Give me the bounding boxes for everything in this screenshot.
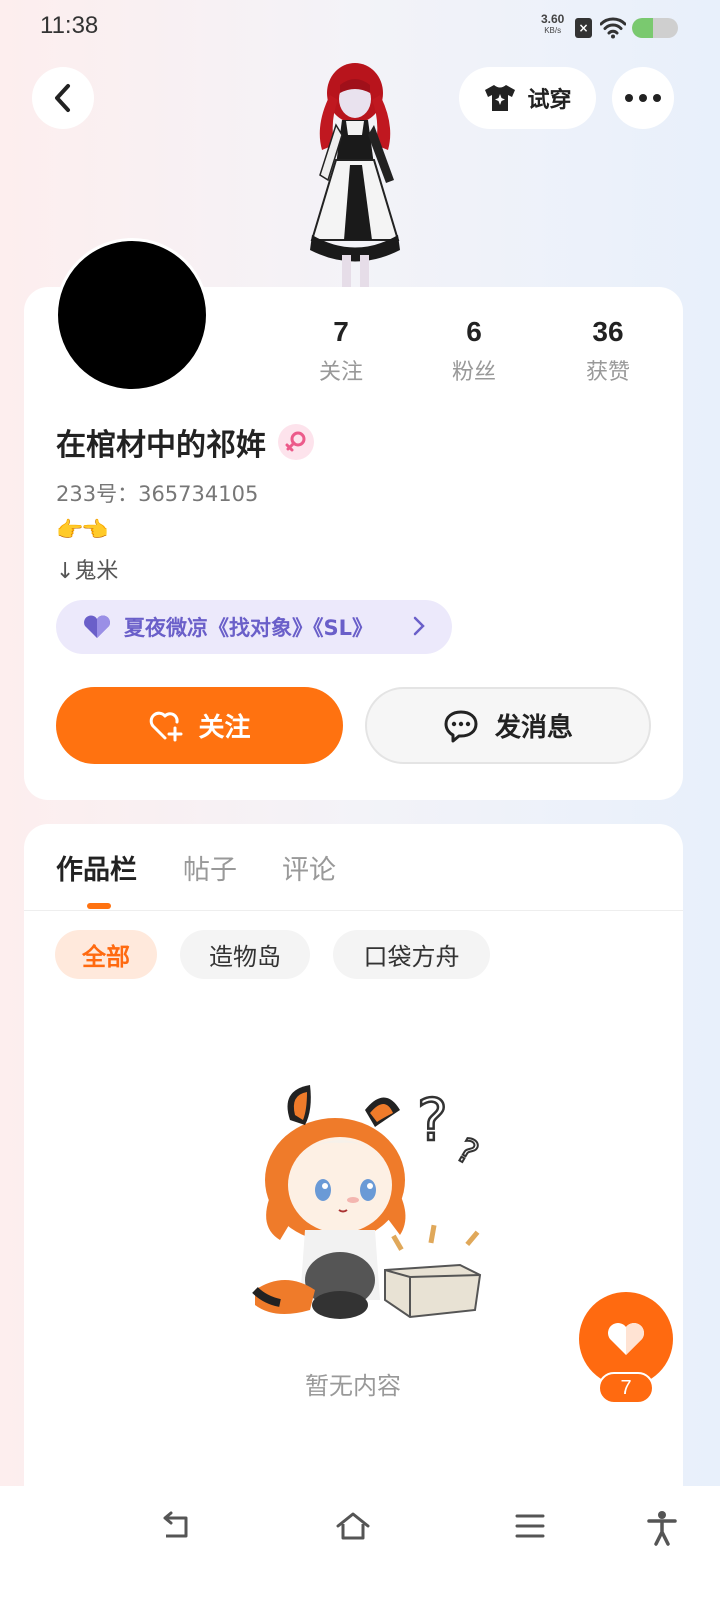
female-icon <box>285 431 306 452</box>
tab-works[interactable]: 作品栏 <box>56 848 137 887</box>
tab-indicator <box>87 903 111 909</box>
sim-off-icon: × <box>575 18 592 38</box>
bio-text: ↓鬼米 <box>56 559 119 584</box>
chevron-right-icon <box>413 616 425 636</box>
home-nav-icon[interactable] <box>334 1510 372 1542</box>
like-count-badge: 7 <box>598 1372 654 1404</box>
group-tag-label: 夏夜微凉《找对象》《SL》 <box>124 616 374 640</box>
likes-count: 36 <box>592 316 624 347</box>
back-nav-icon[interactable] <box>158 1510 194 1542</box>
try-on-button[interactable]: 试穿 <box>459 67 596 129</box>
following-label: 关注 <box>318 360 363 385</box>
gender-badge <box>278 424 314 460</box>
accessibility-icon[interactable] <box>646 1510 678 1546</box>
bio-emoji: 👉👈 <box>56 518 109 543</box>
svg-text:?: ? <box>417 1086 448 1154</box>
network-speed-unit: KB/s <box>544 26 562 35</box>
svg-text:?: ? <box>449 1130 485 1174</box>
message-button[interactable]: 发消息 <box>365 687 651 764</box>
battery-icon <box>632 18 678 38</box>
heart-group-icon <box>84 615 110 638</box>
system-nav-bar <box>0 1486 720 1600</box>
message-label: 发消息 <box>494 713 573 743</box>
stat-following[interactable]: 7 关注 <box>281 316 401 386</box>
group-tag[interactable]: 夏夜微凉《找对象》《SL》 <box>56 600 452 654</box>
tab-posts[interactable]: 帖子 <box>183 848 237 887</box>
status-bar: 11:38 3.60 KB/s × <box>0 0 720 56</box>
following-count: 7 <box>333 316 349 347</box>
network-speed: 3.60 KB/s <box>541 12 565 36</box>
tab-comments[interactable]: 评论 <box>282 848 336 887</box>
empty-state-illustration: ? ? <box>252 1085 486 1319</box>
fans-count: 6 <box>466 316 482 347</box>
heart-plus-icon <box>150 711 183 741</box>
menu-nav-icon[interactable] <box>514 1510 546 1542</box>
stat-fans[interactable]: 6 粉丝 <box>414 316 534 386</box>
username: 在棺材中的祁姩 <box>56 428 266 463</box>
wifi-icon <box>600 17 626 39</box>
more-dots-icon <box>625 94 661 102</box>
fans-label: 粉丝 <box>451 360 496 385</box>
status-time: 11:38 <box>40 12 99 39</box>
filter-chip-creation-island[interactable]: 造物岛 <box>180 930 310 979</box>
more-button[interactable] <box>612 67 674 129</box>
tab-divider <box>24 910 683 911</box>
chevron-left-icon <box>55 84 70 112</box>
network-speed-value: 3.60 <box>541 12 565 26</box>
battery-level-fill <box>632 18 653 38</box>
try-on-label: 试穿 <box>527 88 572 113</box>
avatar[interactable] <box>55 238 209 392</box>
character-avatar-figure[interactable] <box>290 55 420 290</box>
likes-label: 获赞 <box>585 360 630 385</box>
stat-likes[interactable]: 36 获赞 <box>548 316 668 386</box>
filter-chip-pocket-ark[interactable]: 口袋方舟 <box>333 930 490 979</box>
back-button[interactable] <box>32 67 94 129</box>
follow-button[interactable]: 关注 <box>56 687 343 764</box>
follow-label: 关注 <box>198 713 251 743</box>
filter-chip-all[interactable]: 全部 <box>55 930 157 979</box>
chat-bubble-icon <box>444 710 478 742</box>
username-row: 在棺材中的祁姩 <box>56 420 314 464</box>
user-id: 233号：365734105 <box>56 482 259 506</box>
heart-icon <box>608 1323 644 1355</box>
shirt-sparkle-icon <box>485 85 516 111</box>
